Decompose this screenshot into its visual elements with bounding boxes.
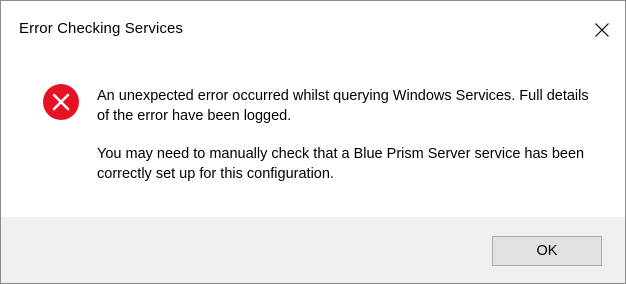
- title-bar: Error Checking Services: [1, 1, 625, 59]
- ok-button[interactable]: OK: [492, 236, 602, 266]
- button-bar: OK: [1, 217, 625, 283]
- error-icon: [43, 84, 79, 120]
- dialog-title: Error Checking Services: [19, 20, 184, 37]
- message-paragraph-1: An unexpected error occurred whilst quer…: [97, 88, 589, 124]
- close-icon: [595, 23, 609, 37]
- error-dialog: Error Checking Services An unexpected er…: [0, 0, 626, 284]
- message-area: An unexpected error occurred whilst quer…: [1, 59, 625, 217]
- message-paragraph-2: You may need to manually check that a Bl…: [97, 146, 585, 182]
- close-button[interactable]: [579, 1, 625, 57]
- message-text: An unexpected error occurred whilst quer…: [97, 86, 597, 202]
